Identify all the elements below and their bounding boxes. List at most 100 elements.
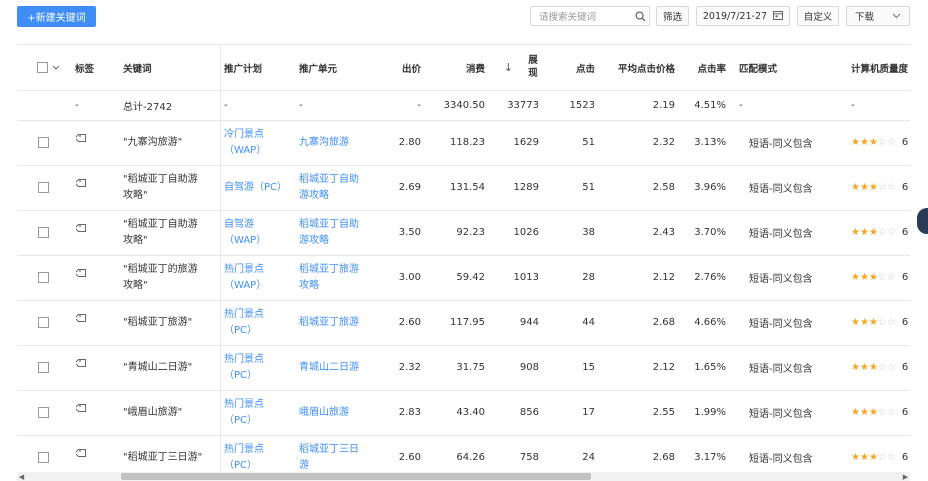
ctr-cell: 4.66% bbox=[694, 317, 726, 328]
bid-cell[interactable]: 2.69 bbox=[372, 165, 421, 210]
avg-cpc-cell: 2.12 bbox=[652, 362, 675, 373]
row-select[interactable] bbox=[38, 435, 58, 473]
bid-cell[interactable]: 2.80 bbox=[372, 120, 421, 165]
header-avg-cpc[interactable]: 平均点击价格 bbox=[602, 45, 675, 90]
filter-button[interactable]: 筛选 bbox=[656, 6, 689, 26]
unit-link[interactable]: 九寨沟旅游 bbox=[299, 120, 363, 165]
plan-link[interactable]: 热门景点（WAP） bbox=[224, 255, 286, 300]
chevron-down-icon[interactable] bbox=[52, 62, 60, 73]
date-range-picker[interactable]: 2019/7/21-27 bbox=[696, 6, 790, 26]
download-dropdown[interactable]: 下载 bbox=[846, 6, 910, 26]
tag-icon[interactable] bbox=[76, 165, 96, 210]
row-checkbox[interactable] bbox=[38, 137, 49, 148]
bid-cell[interactable]: 2.60 bbox=[372, 300, 421, 345]
header-match[interactable]: 匹配模式 bbox=[739, 45, 819, 90]
row-select[interactable] bbox=[38, 390, 58, 435]
tag-icon[interactable] bbox=[76, 255, 96, 300]
match-cell[interactable]: 短语-同义包含 bbox=[749, 345, 829, 390]
match-cell[interactable]: 短语-同义包含 bbox=[749, 120, 829, 165]
row-select[interactable] bbox=[38, 120, 58, 165]
select-all-checkbox[interactable] bbox=[37, 62, 48, 73]
plan-link[interactable]: 冷门景点（WAP） bbox=[224, 120, 286, 165]
row-select[interactable] bbox=[38, 300, 58, 345]
plan-link[interactable]: 热门景点（PC） bbox=[224, 345, 286, 390]
header-spend[interactable]: 消费 bbox=[427, 45, 485, 90]
star-empty-icon: ☆ bbox=[877, 362, 887, 373]
header-clicks[interactable]: 点击 bbox=[542, 45, 595, 90]
match-cell[interactable]: 短语-同义包含 bbox=[749, 165, 829, 210]
new-keyword-button[interactable]: +新建关键词 bbox=[17, 6, 96, 27]
header-quality[interactable]: 计算机质量度 bbox=[851, 45, 910, 90]
quality-stars: ★★★☆☆ bbox=[851, 137, 896, 148]
header-impressions[interactable]: ↓ 展现 bbox=[487, 45, 539, 90]
bid-cell[interactable]: 2.32 bbox=[372, 345, 421, 390]
star-icon: ★ bbox=[859, 272, 869, 283]
unit-link[interactable]: 青城山二日游 bbox=[299, 345, 363, 390]
row-checkbox[interactable] bbox=[38, 227, 49, 238]
match-cell[interactable]: 短语-同义包含 bbox=[749, 435, 829, 473]
total-plan: - bbox=[224, 99, 228, 111]
match-cell[interactable]: 短语-同义包含 bbox=[749, 390, 829, 435]
unit-link[interactable]: 稻城亚丁自助游攻略 bbox=[299, 165, 363, 210]
scroll-right-icon[interactable]: ▶ bbox=[901, 472, 910, 481]
select-all[interactable] bbox=[37, 45, 67, 90]
row-select[interactable] bbox=[38, 165, 58, 210]
star-icon: ★ bbox=[859, 317, 869, 328]
sort-desc-icon[interactable]: ↓ bbox=[504, 61, 513, 74]
row-checkbox[interactable] bbox=[38, 317, 49, 328]
row-checkbox[interactable] bbox=[38, 407, 49, 418]
header-bid[interactable]: 出价 bbox=[372, 45, 421, 90]
star-icon: ★ bbox=[868, 182, 878, 193]
unit-link[interactable]: 稻城亚丁自助游攻略 bbox=[299, 210, 363, 255]
star-icon: ★ bbox=[859, 182, 869, 193]
keyword-cell: "稻城亚丁自助游攻略" bbox=[123, 219, 198, 246]
tag-icon[interactable] bbox=[76, 390, 96, 435]
header-ctr[interactable]: 点击率 bbox=[681, 45, 726, 90]
search-input[interactable]: 请搜索关键词 bbox=[530, 6, 650, 26]
row-checkbox[interactable] bbox=[38, 272, 49, 283]
unit-link[interactable]: 稻城亚丁三日游 bbox=[299, 435, 363, 473]
row-select[interactable] bbox=[38, 345, 58, 390]
clicks-cell: 15 bbox=[582, 362, 595, 373]
star-icon: ★ bbox=[868, 317, 878, 328]
plan-link[interactable]: 热门景点（PC） bbox=[224, 300, 286, 345]
bid-cell[interactable]: 3.00 bbox=[372, 255, 421, 300]
bid-cell[interactable]: 3.50 bbox=[372, 210, 421, 255]
row-select[interactable] bbox=[38, 210, 58, 255]
clicks-cell: 44 bbox=[582, 317, 595, 328]
tag-icon[interactable] bbox=[76, 120, 96, 165]
header-keyword[interactable]: 关键词 bbox=[123, 45, 213, 90]
horizontal-scrollbar[interactable]: ◀ ▶ bbox=[17, 472, 910, 481]
header-plan[interactable]: 推广计划 bbox=[224, 45, 294, 90]
scroll-left-icon[interactable]: ◀ bbox=[17, 472, 26, 481]
quality-cell: ★★★☆☆ 6 bbox=[851, 435, 910, 473]
plan-link[interactable]: 自驾游（WAP） bbox=[224, 210, 286, 255]
quality-number: 6 bbox=[901, 227, 909, 238]
row-checkbox[interactable] bbox=[38, 182, 49, 193]
tag-icon[interactable] bbox=[76, 300, 96, 345]
match-cell[interactable]: 短语-同义包含 bbox=[749, 300, 829, 345]
unit-link[interactable]: 峨眉山旅游 bbox=[299, 390, 363, 435]
match-cell[interactable]: 短语-同义包含 bbox=[749, 255, 829, 300]
star-icon: ★ bbox=[859, 137, 869, 148]
row-select[interactable] bbox=[38, 255, 58, 300]
tag-icon[interactable] bbox=[76, 345, 96, 390]
plan-link[interactable]: 热门景点（PC） bbox=[224, 435, 286, 473]
plan-link[interactable]: 自驾游（PC） bbox=[224, 165, 287, 210]
star-empty-icon: ☆ bbox=[886, 137, 896, 148]
side-panel-toggle[interactable] bbox=[917, 208, 928, 234]
match-cell[interactable]: 短语-同义包含 bbox=[749, 210, 829, 255]
scrollbar-thumb[interactable] bbox=[121, 473, 591, 480]
bid-cell[interactable]: 2.60 bbox=[372, 435, 421, 473]
row-checkbox[interactable] bbox=[38, 362, 49, 373]
tag-icon[interactable] bbox=[76, 435, 96, 473]
bid-cell[interactable]: 2.83 bbox=[372, 390, 421, 435]
unit-link[interactable]: 稻城亚丁旅游 bbox=[299, 300, 363, 345]
search-icon[interactable] bbox=[631, 11, 649, 22]
tag-icon[interactable] bbox=[76, 210, 96, 255]
custom-columns-button[interactable]: 自定义 bbox=[797, 6, 839, 26]
plan-link[interactable]: 热门景点（PC） bbox=[224, 390, 286, 435]
unit-link[interactable]: 稻城亚丁旅游攻略 bbox=[299, 255, 363, 300]
row-checkbox[interactable] bbox=[38, 452, 49, 463]
header-unit[interactable]: 推广单元 bbox=[299, 45, 369, 90]
